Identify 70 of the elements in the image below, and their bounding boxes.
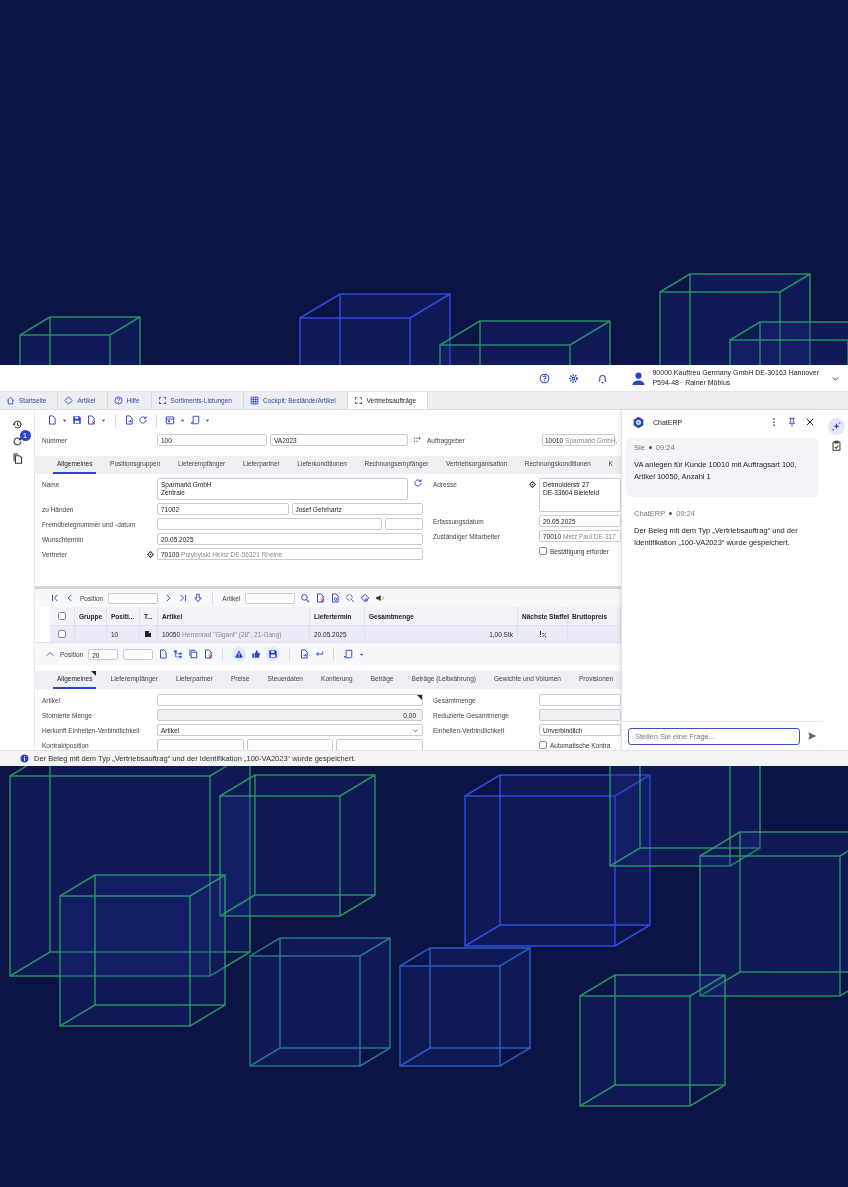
- text-field[interactable]: [123, 648, 154, 660]
- text-field[interactable]: [245, 592, 296, 604]
- refresh-icon[interactable]: [11, 436, 23, 447]
- scroll-icon[interactable]: [190, 415, 200, 425]
- text-field[interactable]: [539, 694, 621, 706]
- refresh-icon[interactable]: [413, 478, 423, 488]
- bell-icon[interactable]: [597, 372, 609, 384]
- hexagon-logo-icon: [632, 415, 645, 429]
- text-field[interactable]: [157, 739, 244, 750]
- copy-icon[interactable]: [188, 649, 199, 659]
- chevron-up-icon[interactable]: [45, 649, 55, 659]
- text-field[interactable]: [157, 518, 382, 530]
- search-icon[interactable]: [345, 593, 356, 603]
- avatar-icon[interactable]: [631, 370, 647, 386]
- scroll-icon[interactable]: [343, 649, 354, 659]
- search-icon[interactable]: [300, 593, 311, 603]
- close-icon[interactable]: [805, 417, 815, 427]
- document-search-icon[interactable]: [330, 593, 341, 603]
- checkbox[interactable]: [58, 612, 66, 620]
- diamond-icon: [64, 396, 74, 405]
- settings-icon[interactable]: [568, 372, 580, 384]
- send-icon[interactable]: [807, 731, 817, 741]
- new-document-icon[interactable]: [158, 649, 169, 659]
- first-page-icon[interactable]: [50, 593, 60, 603]
- save-icon[interactable]: [72, 415, 82, 425]
- grid-icon: [249, 396, 259, 405]
- checkbox[interactable]: [539, 547, 547, 555]
- undo-icon[interactable]: [314, 649, 325, 659]
- tree-icon[interactable]: [173, 649, 184, 659]
- info-icon: [20, 754, 29, 763]
- checkbox[interactable]: [58, 630, 66, 638]
- checkbox[interactable]: [539, 741, 547, 749]
- chevron-down-icon: [412, 727, 419, 734]
- speaker-icon[interactable]: [375, 593, 386, 603]
- delete-document-icon[interactable]: [315, 593, 326, 603]
- last-page-icon[interactable]: [178, 593, 189, 603]
- help-icon: [113, 396, 123, 405]
- calendar-icon[interactable]: [165, 415, 175, 425]
- percent-icon: [538, 630, 547, 638]
- date-field[interactable]: [385, 518, 423, 530]
- delete-document-icon[interactable]: [86, 415, 96, 425]
- diamond-icon[interactable]: [529, 480, 536, 488]
- tag-icon[interactable]: [360, 593, 371, 603]
- document-icon: [144, 630, 152, 638]
- delete-document-icon[interactable]: [203, 649, 214, 659]
- text-field[interactable]: [108, 592, 159, 604]
- thumbs-up-icon[interactable]: [251, 649, 262, 659]
- text-field[interactable]: [157, 694, 423, 706]
- pin-icon[interactable]: [787, 417, 797, 427]
- clipboard-icon[interactable]: [830, 440, 842, 451]
- pages-icon[interactable]: [11, 453, 23, 464]
- previous-icon[interactable]: [65, 593, 75, 603]
- sparkle-icon[interactable]: [827, 418, 845, 435]
- expand-icon: [353, 396, 363, 405]
- help-icon[interactable]: [539, 372, 551, 384]
- new-document-icon[interactable]: [47, 415, 57, 425]
- history-icon[interactable]: [11, 419, 23, 430]
- expand-icon: [157, 396, 167, 405]
- notification-badge: 1: [19, 430, 31, 441]
- diamond-icon[interactable]: [147, 550, 154, 558]
- document-arrow-icon[interactable]: [299, 649, 310, 659]
- refresh-icon[interactable]: [138, 415, 148, 425]
- download-arrow-icon[interactable]: [193, 593, 204, 603]
- home-icon: [6, 396, 15, 405]
- grid-dots-icon[interactable]: [412, 435, 422, 445]
- save-icon[interactable]: [266, 647, 281, 661]
- text-field[interactable]: [336, 739, 423, 750]
- warning-icon[interactable]: [232, 647, 247, 661]
- text-field[interactable]: [246, 739, 334, 750]
- document-arrow-icon[interactable]: [124, 415, 134, 425]
